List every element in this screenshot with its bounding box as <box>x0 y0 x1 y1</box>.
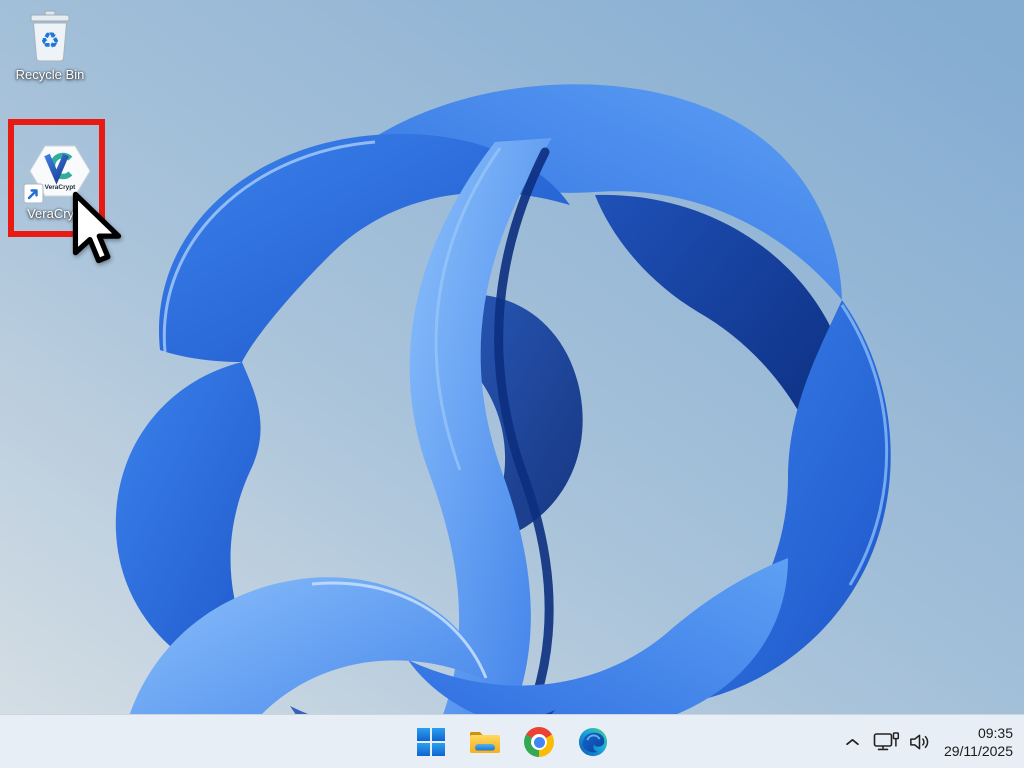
wallpaper-bloom <box>0 0 1024 768</box>
tray-clock[interactable]: 09:35 29/11/2025 <box>940 722 1017 762</box>
taskbar-app-icons <box>411 715 613 768</box>
taskbar: 09:35 29/11/2025 <box>0 714 1024 768</box>
recycle-symbol: ♻ <box>40 28 60 53</box>
mouse-cursor-icon <box>72 191 122 264</box>
volume-icon <box>910 734 929 750</box>
file-explorer-icon <box>470 732 500 753</box>
chrome-button[interactable] <box>519 722 559 762</box>
desktop: ♻ Recycle Bin VeraCrypt VeraCrypt 09:35 … <box>0 0 1024 768</box>
network-ethernet-icon <box>873 732 900 751</box>
edge-icon <box>578 727 608 757</box>
desktop-icon-recycle-bin[interactable]: ♻ Recycle Bin <box>6 8 94 92</box>
chrome-icon <box>524 727 554 757</box>
file-explorer-button[interactable] <box>465 722 505 762</box>
chevron-up-icon <box>846 738 859 746</box>
tray-date: 29/11/2025 <box>943 743 1013 759</box>
desktop-icon-label: Recycle Bin <box>15 67 85 82</box>
system-tray: 09:35 29/11/2025 <box>841 715 1024 768</box>
start-button[interactable] <box>411 722 451 762</box>
tray-chevron-button[interactable] <box>841 734 864 750</box>
recycle-bin-icon: ♻ <box>30 10 70 62</box>
windows-logo-icon <box>417 728 445 756</box>
edge-button[interactable] <box>573 722 613 762</box>
tray-time: 09:35 <box>977 725 1013 741</box>
tray-network-volume-button[interactable] <box>868 727 936 757</box>
